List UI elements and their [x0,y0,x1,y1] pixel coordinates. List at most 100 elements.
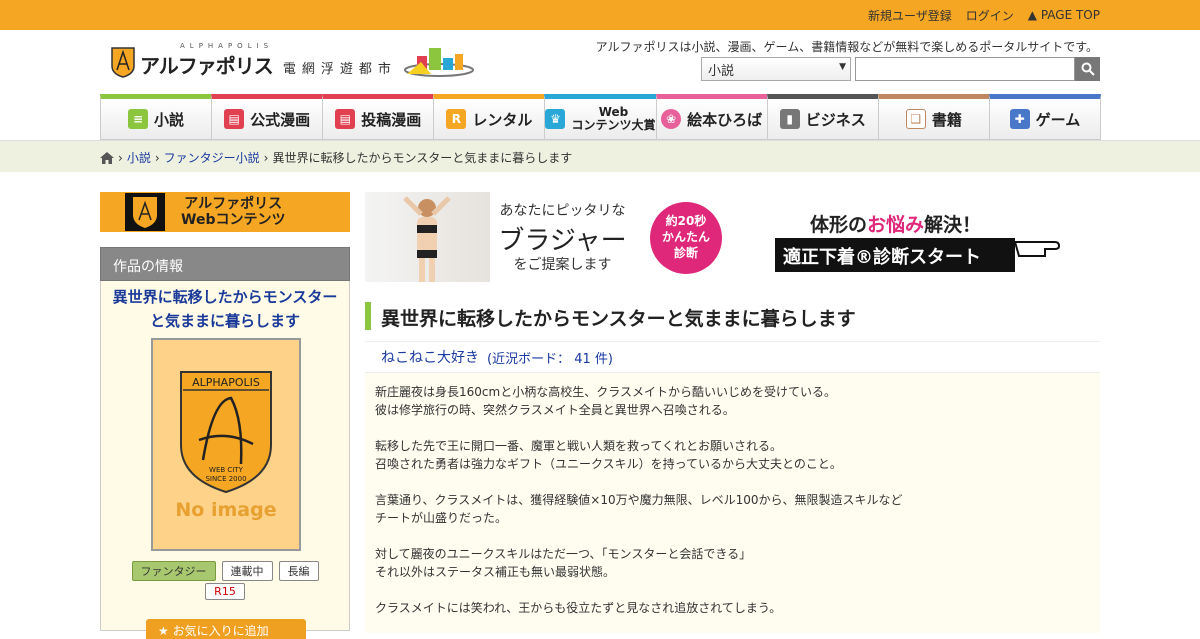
synopsis-line: 召喚された勇者は強力なギフト（ユニークスキル）を持っているから大丈夫とのこと。 [375,457,842,471]
main-nav: ≡ 小説 ▤ 公式漫画 ▤ 投稿漫画 R レンタル ♛ Web コンテンツ大賞 … [100,94,1101,140]
ad-badge: 約20秒 かんたん 診断 [650,202,722,274]
nav-books-label: 書籍 [931,110,962,129]
breadcrumb-novel[interactable]: 小説 [127,149,151,166]
nav-novel[interactable]: ≡ 小説 [100,94,213,140]
nav-rental[interactable]: R レンタル [433,94,546,140]
bar-chart-icon: ▮ [779,109,800,129]
breadcrumb: › 小説 › ファンタジー小説 › 異世界に転移したからモンスターと気ままに暮ら… [100,149,572,166]
pointing-hand-icon [1015,241,1061,257]
alphapolis-shield-icon: ALPHAPOLIS WEB CITY SINCE 2000 [180,371,272,494]
nav-posted-manga-label: 投稿漫画 [361,110,422,129]
tag-serializing: 連載中 [221,561,273,581]
site-logo[interactable]: ALPHAPOLIS アルファポリス 電網浮遊都市 [110,42,481,79]
rating-badge: R15 [205,583,245,600]
ad-headline-pink: お悩み [867,214,925,236]
manga-icon: ▤ [224,109,245,129]
synopsis-line [375,527,1090,545]
breadcrumb-bar: › 小説 › ファンタジー小説 › 異世界に転移したからモンスターと気ままに暮ら… [0,140,1200,172]
add-favorite-label: お気に入りに追加 [172,624,269,638]
synopsis-line: クラスメイトには笑われ、王からも役立たずと見なされ追放されてしまう。 [375,601,782,615]
book-icon: ≡ [128,109,149,129]
tag-long: 長編 [278,561,319,581]
ad-banner[interactable]: あなたにピッタリな ブラジャー をご提案します 約20秒 かんたん 診断 体形の… [365,192,1100,282]
ad-copy-3: をご提案します [513,257,612,273]
work-info-heading: 作品の情報 [100,247,350,281]
breadcrumb-fantasy[interactable]: ファンタジー小説 [164,149,260,166]
rental-icon: R [446,109,467,129]
main-content: あなたにピッタリな ブラジャー をご提案します 約20秒 かんたん 診断 体形の… [365,192,1100,633]
ad-model-image [365,192,490,282]
synopsis-line: 対して麗夜のユニークスキルはただ一つ、「モンスターと会話できる」 [375,547,752,561]
tag-fantasy[interactable]: ファンタジー [131,561,216,581]
nav-books[interactable]: ❑ 書籍 [877,94,990,140]
search-category-value: 小説 [708,64,735,79]
board-count-link[interactable]: (近況ボード： 41 件) [487,348,613,367]
synopsis-line: 言葉通り、クラスメイトは、獲得経験値×10万や魔力無限、レベル100から、無限製… [375,493,903,507]
nav-web-contents-label: Web コンテンツ大賞 [571,106,655,132]
no-image-label: No image [175,499,277,521]
gamepad-icon: ✚ [1009,109,1030,129]
web-contents-banner[interactable]: アルファポリス Webコンテンツ [100,192,350,232]
model-figure-icon [403,196,451,282]
add-favorite-button[interactable]: ★ お気に入りに追加 [146,619,306,639]
breadcrumb-sep: › [118,150,123,165]
cover-image[interactable]: ALPHAPOLIS WEB CITY SINCE 2000 No image [151,338,301,551]
search-bar: 小説 ▼ [701,57,1100,81]
genre-tags: ファンタジー 連載中 長編 [101,561,349,581]
rating-row: R15 [101,583,349,600]
breadcrumb-sep: › [154,150,160,165]
synopsis-line: 彼は修学旅行の時、突然クラスメイト全員と異世界へ召喚される。 [375,403,735,417]
cover-tagline-1: WEB CITY [209,466,244,474]
ad-badge-l1: 約20秒 [665,214,707,228]
login-link[interactable]: ログイン [966,7,1014,24]
ad-headline-pre: 体形の [810,214,868,236]
nav-official-manga[interactable]: ▤ 公式漫画 [211,94,324,140]
page-top-label: PAGE TOP [1040,8,1100,22]
banner-line2: Webコンテンツ [181,212,286,228]
site-tagline: アルファポリスは小説、漫画、ゲーム、書籍情報などが無料で楽しめるポータルサイトで… [595,40,1098,54]
ad-copy-2: ブラジャー [498,226,627,256]
author-link[interactable]: ねこねこ大好き [381,347,479,367]
nav-posted-manga[interactable]: ▤ 投稿漫画 [322,94,435,140]
synopsis: 新庄麗夜は身長160cmと小柄な高校生、クラスメイトから酷いいじめを受けている。… [365,373,1100,633]
nav-rental-label: レンタル [472,110,533,129]
logo-text: ALPHAPOLIS アルファポリス 電網浮遊都市 [140,42,397,79]
nav-picture-book-label: 絵本ひろば [687,110,763,129]
star-icon: ★ [158,624,173,638]
search-button[interactable] [1075,57,1100,81]
work-title: 異世界に転移したからモンスターと気ままに暮らします [365,302,1100,330]
search-input[interactable] [855,57,1075,81]
page-top-link[interactable]: ▲ PAGE TOP [1028,8,1100,22]
search-category-select[interactable]: 小説 ▼ [701,57,851,81]
author-bar: ねこねこ大好き (近況ボード： 41 件) [365,341,1100,373]
sidebar: アルファポリス Webコンテンツ 作品の情報 異世界に転移したからモンスターと気… [100,192,350,639]
nav-picture-book[interactable]: ❀ 絵本ひろば [655,94,768,140]
cover-logo-text: ALPHAPOLIS [192,376,260,389]
cover-tagline-2: SINCE 2000 [205,475,246,483]
manga-icon: ▤ [335,109,356,129]
nav-official-manga-label: 公式漫画 [250,110,311,129]
nav-game[interactable]: ✚ ゲーム [988,94,1101,140]
ad-cta[interactable]: 適正下着®診断スタート [775,238,1015,272]
ad-headline-post: 解決！ [924,214,982,236]
synopsis-line: チートが山盛りだった。 [375,511,508,525]
work-info-panel: 異世界に転移したからモンスターと気ままに暮らします ALPHAPOLIS WEB… [100,281,350,639]
work-info-title[interactable]: 異世界に転移したからモンスターと気ままに暮らします [101,281,349,333]
nav-web-contents-award[interactable]: ♛ Web コンテンツ大賞 [544,94,657,140]
nav-novel-label: 小説 [154,110,185,129]
ad-badge-l2: かんたん [661,230,710,244]
city-icon [403,47,474,77]
site-header: ALPHAPOLIS アルファポリス 電網浮遊都市 アルファポリスは小説、漫画、… [0,30,1200,95]
nav-business-label: ビジネス [805,110,866,129]
nav-business[interactable]: ▮ ビジネス [766,94,879,140]
picture-book-icon: ❀ [661,109,682,129]
ad-badge-l3: 診断 [673,246,698,260]
synopsis-line: 転移した先で王に開口一番、魔軍と戦い人類を救ってくれとお願いされる。 [375,439,783,453]
chevron-down-icon: ▼ [839,62,846,72]
synopsis-line [375,473,1090,491]
synopsis-line [375,419,1090,437]
nav-game-label: ゲーム [1035,110,1081,129]
home-icon[interactable] [100,151,114,164]
banner-line1: アルファポリス [184,196,283,212]
register-link[interactable]: 新規ユーザ登録 [868,7,952,24]
